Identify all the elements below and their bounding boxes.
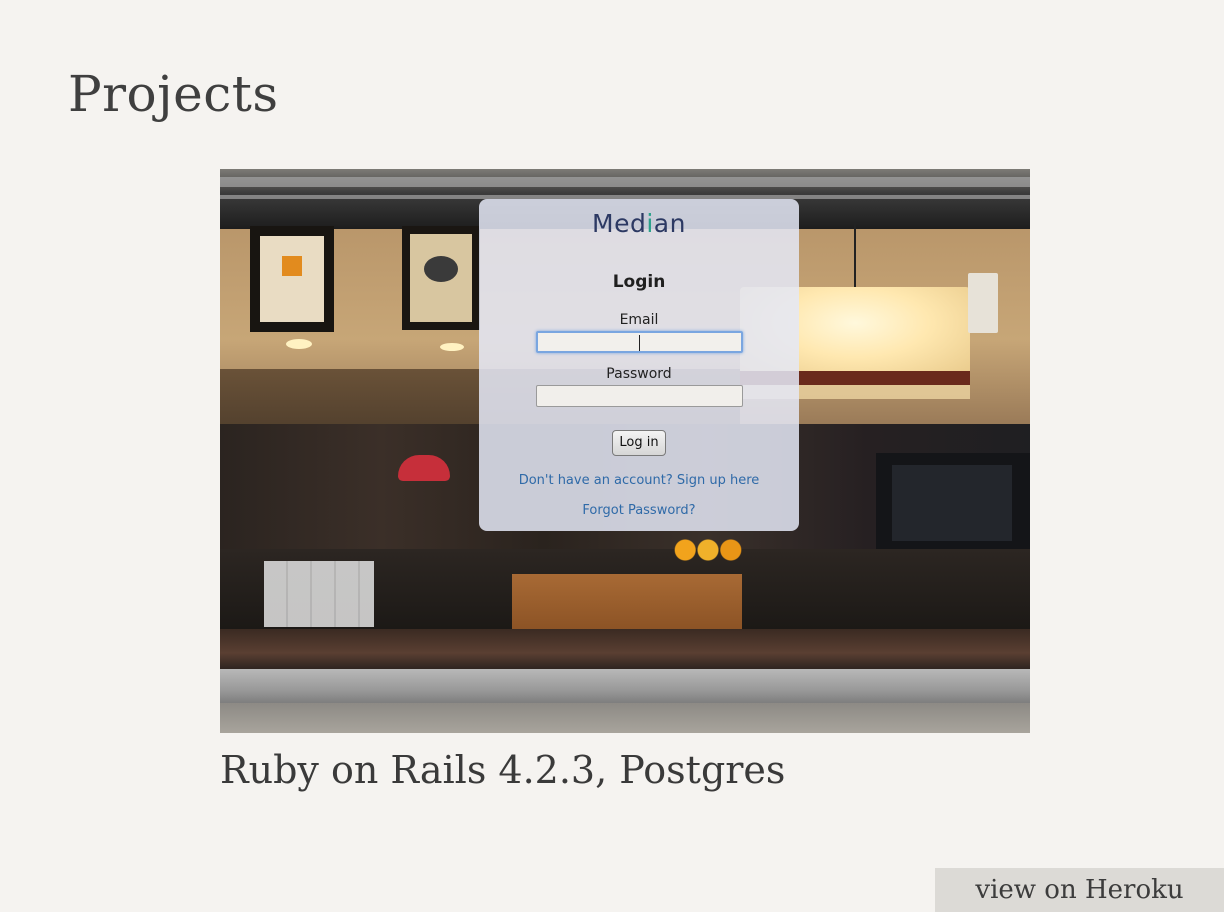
photo-bar-front: [220, 703, 1030, 733]
photo-framed-poster: [402, 226, 480, 330]
view-on-heroku-button[interactable]: view on Heroku: [935, 868, 1224, 912]
login-button[interactable]: Log in: [612, 430, 666, 456]
signup-link[interactable]: Don't have an account? Sign up here: [479, 473, 799, 488]
project-caption: Ruby on Rails 4.2.3, Postgres: [220, 748, 786, 792]
photo-red-cap: [398, 455, 450, 481]
login-heading: Login: [612, 272, 666, 292]
map-pin-icon: i: [646, 209, 654, 238]
page-title: Projects: [68, 65, 279, 123]
email-field[interactable]: [536, 331, 743, 353]
brand-name: Median: [592, 209, 686, 238]
password-field[interactable]: [536, 385, 743, 407]
photo-bar-top: [220, 629, 1030, 669]
photo-ceiling-light: [286, 339, 312, 349]
login-panel: Median Login Email Password Log in Don't…: [479, 199, 799, 531]
photo-bar-edge: [220, 669, 1030, 703]
photo-wooden-box: [512, 574, 742, 630]
email-label: Email: [619, 312, 659, 328]
password-label: Password: [606, 366, 672, 382]
photo-ceiling-light: [440, 343, 464, 351]
photo-small-lamp: [968, 273, 998, 333]
photo-lamp-cord: [854, 224, 856, 287]
photo-pos-screen: [892, 465, 1012, 541]
photo-framed-poster: [250, 226, 334, 332]
photo-oranges: [670, 539, 746, 561]
brand-logo: Median: [479, 209, 799, 238]
forgot-password-link[interactable]: Forgot Password?: [479, 503, 799, 518]
project-screenshot: Median Login Email Password Log in Don't…: [220, 169, 1030, 733]
photo-ceiling-bar: [220, 177, 1030, 187]
photo-jars: [264, 561, 374, 627]
